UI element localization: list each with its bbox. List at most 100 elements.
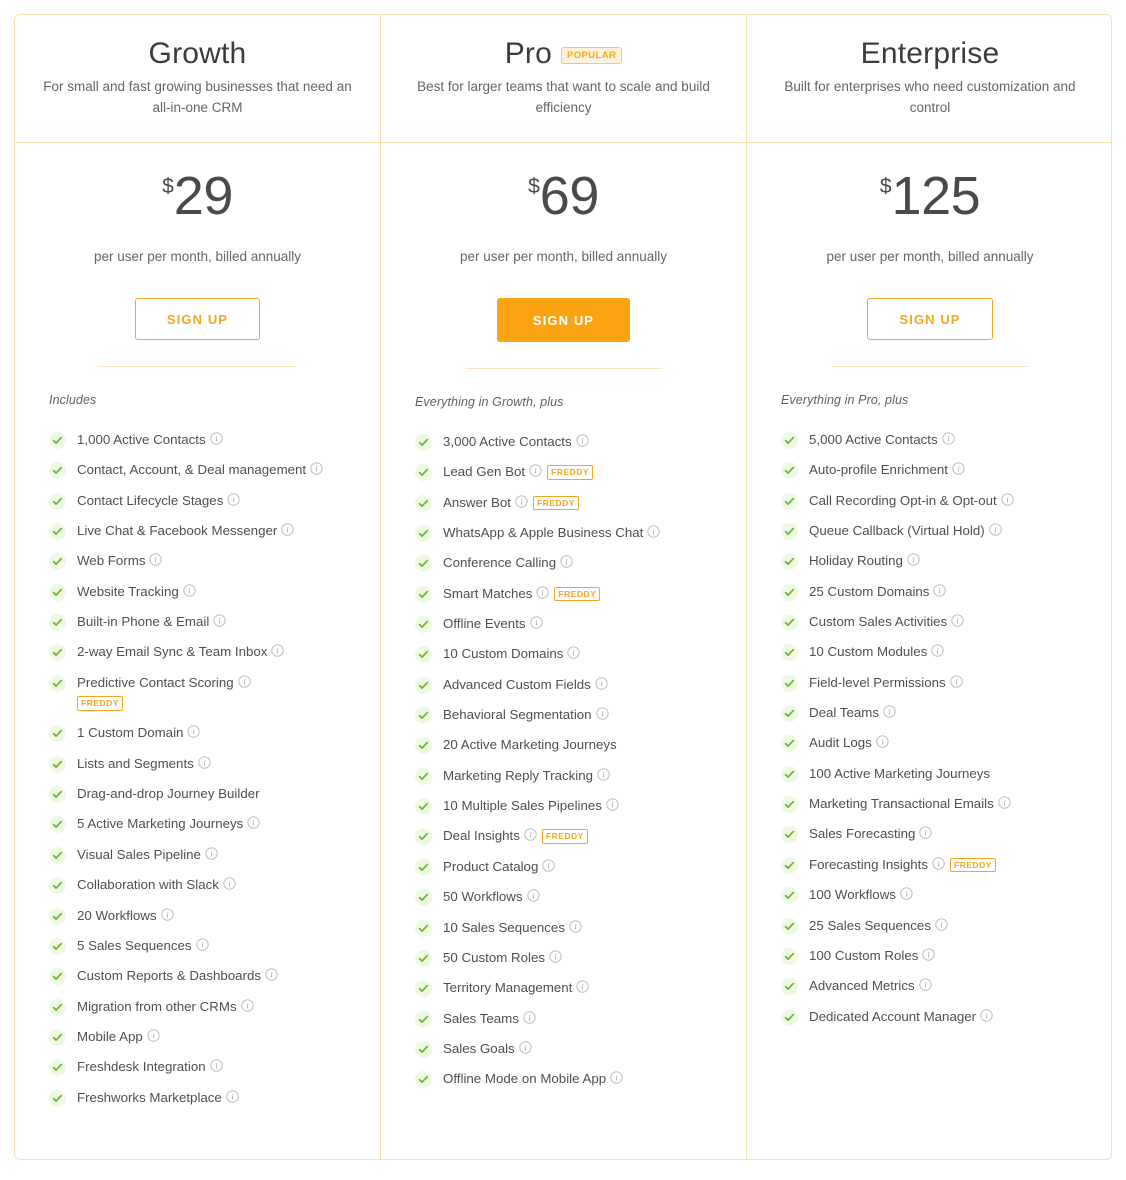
- info-icon[interactable]: i: [265, 968, 278, 981]
- info-icon[interactable]: i: [595, 707, 609, 720]
- info-icon[interactable]: i: [998, 796, 1011, 809]
- feature-item: Mobile App i: [49, 1028, 360, 1046]
- info-icon[interactable]: i: [919, 978, 932, 991]
- info-icon[interactable]: i: [952, 462, 965, 475]
- info-icon[interactable]: i: [198, 756, 211, 769]
- feature-label: Queue Callback (Virtual Hold): [809, 523, 985, 539]
- feature-text-wrap: Predictive Contact Scoring i FREDDY: [77, 674, 360, 713]
- info-icon[interactable]: i: [931, 644, 944, 658]
- info-icon[interactable]: i: [883, 705, 896, 718]
- check-icon: [415, 555, 432, 573]
- info-icon[interactable]: i: [247, 816, 260, 830]
- info-icon[interactable]: i: [560, 555, 573, 569]
- info-icon[interactable]: i: [149, 553, 163, 567]
- svg-text:i: i: [193, 728, 196, 737]
- info-icon[interactable]: i: [567, 646, 581, 660]
- info-icon[interactable]: i: [941, 432, 955, 445]
- info-icon[interactable]: i: [213, 614, 226, 627]
- info-icon[interactable]: i: [950, 675, 963, 688]
- info-icon[interactable]: i: [932, 857, 945, 870]
- feature-text-wrap: Auto-profile Enrichment i: [809, 461, 1093, 479]
- info-icon[interactable]: i: [900, 887, 913, 900]
- info-icon[interactable]: i: [569, 919, 582, 933]
- info-icon[interactable]: i: [524, 828, 537, 842]
- info-icon[interactable]: i: [575, 434, 589, 447]
- feature-list: 1,000 Active Contacts i Contact, Account, …: [49, 431, 360, 1107]
- info-icon[interactable]: i: [1001, 493, 1014, 506]
- info-icon[interactable]: i: [529, 616, 543, 629]
- check-icon: [49, 907, 66, 925]
- info-icon[interactable]: i: [907, 553, 920, 567]
- info-icon[interactable]: i: [529, 464, 542, 477]
- feature-label: 100 Custom Roles: [809, 947, 919, 963]
- feature-item: 50 Workflows i: [415, 888, 726, 907]
- info-icon[interactable]: i: [922, 948, 936, 961]
- sign-up-button[interactable]: SIGN UP: [867, 298, 993, 340]
- feature-label: Website Tracking: [77, 583, 179, 599]
- feature-text-wrap: 20 Workflows i: [77, 907, 360, 925]
- info-icon[interactable]: i: [183, 584, 196, 597]
- info-icon[interactable]: i: [526, 889, 540, 902]
- feature-label: Visual Sales Pipeline: [77, 846, 201, 862]
- check-icon: [415, 464, 432, 482]
- svg-text:i: i: [548, 861, 551, 870]
- info-icon[interactable]: i: [606, 798, 619, 811]
- feature-text-wrap: Lists and Segments i: [77, 755, 360, 773]
- info-icon[interactable]: i: [647, 525, 660, 538]
- sign-up-button[interactable]: SIGN UP: [134, 298, 261, 340]
- info-icon[interactable]: i: [935, 917, 948, 931]
- info-icon[interactable]: i: [951, 614, 964, 627]
- info-icon[interactable]: i: [238, 675, 251, 688]
- feature-item: Custom Reports & Dashboards i: [49, 967, 360, 986]
- feature-text-wrap: Custom Reports & Dashboards i: [77, 967, 360, 985]
- check-icon: [415, 676, 432, 694]
- info-icon[interactable]: i: [919, 826, 933, 840]
- info-icon[interactable]: i: [515, 495, 528, 508]
- info-icon[interactable]: i: [240, 998, 254, 1012]
- info-icon[interactable]: i: [989, 523, 1002, 536]
- info-icon[interactable]: i: [876, 735, 889, 749]
- info-icon[interactable]: i: [310, 462, 323, 475]
- feature-item: Advanced Custom Fields i: [415, 676, 726, 694]
- svg-text:i: i: [524, 1043, 527, 1052]
- feature-label: Forecasting Insights: [809, 856, 928, 872]
- check-icon: [781, 887, 798, 905]
- svg-text:i: i: [574, 922, 577, 931]
- plan-header: Growth For small and fast growing busines…: [15, 15, 380, 143]
- info-icon[interactable]: i: [226, 1089, 239, 1103]
- info-icon[interactable]: i: [227, 493, 240, 506]
- info-icon[interactable]: i: [576, 980, 589, 993]
- info-icon[interactable]: i: [536, 586, 550, 599]
- check-icon: [415, 616, 432, 634]
- info-icon[interactable]: i: [523, 1010, 536, 1024]
- feature-text-wrap: Migration from other CRMs i: [77, 998, 360, 1016]
- info-icon[interactable]: i: [519, 1041, 532, 1054]
- info-icon[interactable]: i: [597, 768, 610, 781]
- info-icon[interactable]: i: [195, 938, 209, 951]
- feature-item: Live Chat & Facebook Messenger i: [49, 522, 360, 541]
- info-icon[interactable]: i: [595, 677, 608, 690]
- info-icon[interactable]: i: [980, 1008, 993, 1022]
- info-icon[interactable]: i: [187, 725, 201, 739]
- sign-up-button[interactable]: SIGN UP: [496, 298, 631, 342]
- popular-badge: POPULAR: [561, 47, 623, 65]
- info-icon[interactable]: i: [271, 644, 285, 658]
- plan-title-row: Pro POPULAR: [401, 37, 726, 71]
- feature-label: Answer Bot: [443, 494, 511, 510]
- info-icon[interactable]: i: [281, 523, 294, 536]
- svg-text:i: i: [535, 618, 538, 627]
- svg-text:i: i: [529, 831, 532, 840]
- feature-text-wrap: Marketing Transactional Emails i: [809, 795, 1093, 813]
- info-icon[interactable]: i: [223, 877, 236, 890]
- info-icon[interactable]: i: [205, 847, 218, 860]
- info-icon[interactable]: i: [209, 1059, 223, 1072]
- info-icon[interactable]: i: [209, 432, 223, 445]
- check-icon: [415, 798, 432, 816]
- info-icon[interactable]: i: [542, 859, 556, 872]
- info-icon[interactable]: i: [610, 1071, 623, 1084]
- info-icon[interactable]: i: [147, 1029, 160, 1042]
- svg-text:i: i: [1003, 799, 1006, 808]
- info-icon[interactable]: i: [549, 950, 562, 963]
- info-icon[interactable]: i: [160, 907, 174, 921]
- info-icon[interactable]: i: [933, 584, 947, 597]
